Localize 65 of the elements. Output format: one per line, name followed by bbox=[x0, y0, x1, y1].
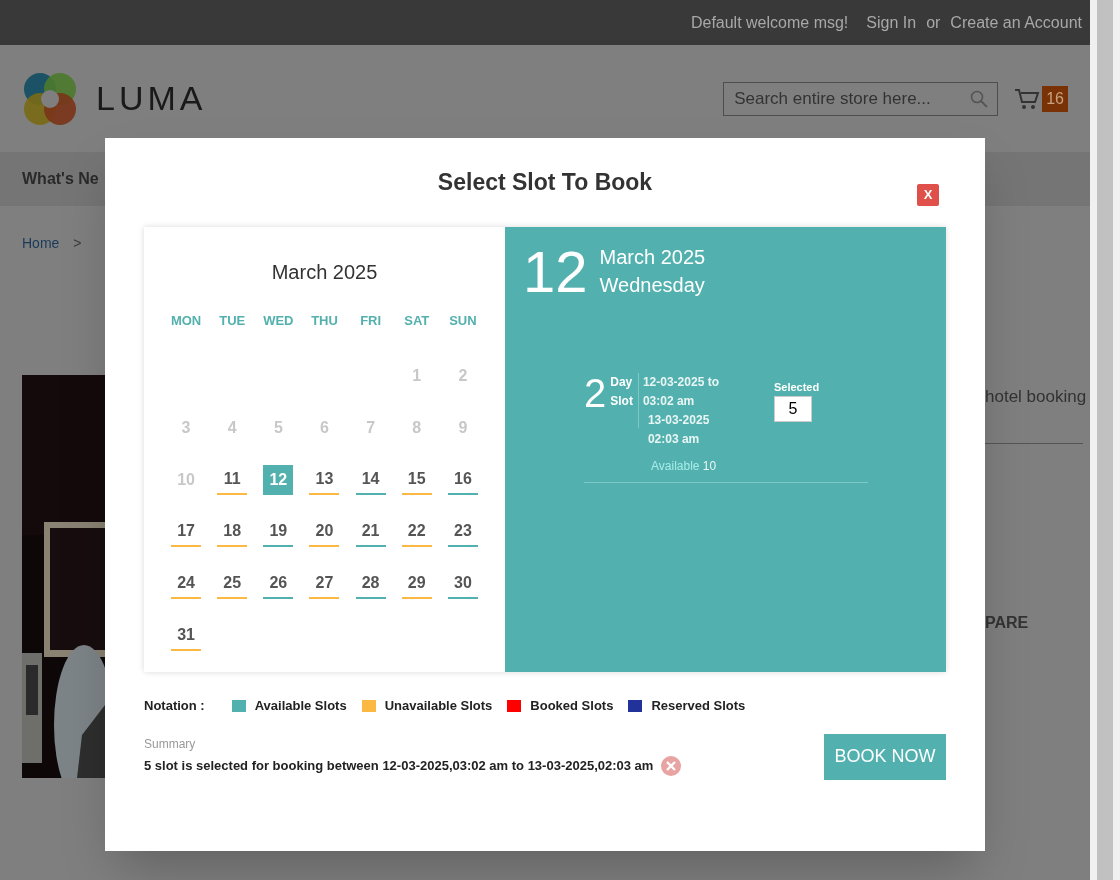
selected-month: March 2025 bbox=[599, 245, 706, 270]
weekday-header: WED bbox=[263, 312, 294, 330]
cart-count-badge: 16 bbox=[1042, 85, 1068, 112]
create-account-link[interactable]: Create an Account bbox=[950, 10, 1082, 35]
logo-text: LUMA bbox=[96, 78, 207, 119]
weekday-header: SUN bbox=[449, 312, 477, 330]
calendar-day[interactable]: 29 bbox=[401, 569, 432, 599]
slot-unit: Slot bbox=[610, 393, 633, 410]
search-icon[interactable] bbox=[970, 89, 989, 108]
slot-time: 13-03-2025 bbox=[646, 412, 711, 429]
legend-label: Booked Slots bbox=[530, 697, 614, 715]
breadcrumb-separator: > bbox=[73, 233, 82, 253]
calendar-day[interactable]: 26 bbox=[263, 569, 294, 599]
slot-unit: Day bbox=[610, 374, 633, 391]
product-title: hotel booking bbox=[985, 386, 1087, 408]
calendar-day[interactable]: 24 bbox=[171, 569, 202, 599]
legend-label: Available Slots bbox=[254, 697, 347, 715]
calendar-day[interactable]: 11 bbox=[217, 465, 248, 495]
calendar-day[interactable]: 25 bbox=[217, 569, 248, 599]
welcome-message: Default welcome msg! bbox=[690, 12, 849, 33]
calendar-day[interactable]: 19 bbox=[263, 517, 294, 547]
calendar-day[interactable]: 16 bbox=[447, 465, 478, 495]
calendar-day[interactable]: 13 bbox=[309, 465, 340, 495]
calendar-day[interactable]: 28 bbox=[355, 569, 386, 599]
calendar-day[interactable]: 18 bbox=[217, 517, 248, 547]
calendar-day[interactable]: 23 bbox=[447, 517, 478, 547]
legend-label: Unavailable Slots bbox=[384, 697, 493, 715]
availability-label: Available bbox=[651, 459, 700, 473]
slot-time: 02:03 am bbox=[646, 431, 701, 448]
modal-title: Select Slot To Book bbox=[437, 168, 653, 198]
sign-in-link[interactable]: Sign In bbox=[866, 10, 917, 35]
selected-day-number: 12 bbox=[523, 241, 588, 303]
calendar-day[interactable]: 14 bbox=[355, 465, 386, 495]
calendar-day[interactable]: 30 bbox=[447, 569, 478, 599]
calendar-day[interactable]: 15 bbox=[401, 465, 432, 495]
separator-text: or bbox=[926, 12, 941, 33]
calendar-day[interactable]: 21 bbox=[355, 517, 386, 547]
slot-count: 2 bbox=[584, 373, 607, 413]
availability-count: 10 bbox=[702, 459, 717, 473]
weekday-header: THU bbox=[311, 312, 338, 330]
search-field[interactable]: Search entire store here... bbox=[723, 81, 999, 116]
selected-weekday: Wednesday bbox=[599, 273, 706, 298]
logo-icon bbox=[22, 70, 78, 127]
summary-label: Summary bbox=[144, 735, 197, 753]
slot-time: 12-03-2025 to bbox=[642, 374, 720, 391]
calendar-day[interactable]: 31 bbox=[171, 621, 202, 651]
weekday-header: SAT bbox=[404, 312, 430, 330]
close-button[interactable]: X bbox=[917, 184, 939, 206]
notation-label: Notation : bbox=[144, 697, 205, 715]
calendar-day[interactable]: 27 bbox=[309, 569, 340, 599]
quantity-field[interactable]: 5 bbox=[773, 395, 812, 422]
cart-icon[interactable] bbox=[1014, 86, 1041, 111]
calendar-day[interactable]: 22 bbox=[401, 517, 432, 547]
remove-icon[interactable] bbox=[661, 755, 682, 776]
calendar-day[interactable]: 17 bbox=[171, 517, 202, 547]
scrollbar[interactable] bbox=[1090, 0, 1120, 880]
slot-time: 03:02 am bbox=[642, 393, 696, 410]
calendar-month: March 2025 bbox=[271, 261, 378, 283]
selected-label: Selected bbox=[773, 380, 820, 395]
summary-text: 5 slot is selected for booking between 12-03-2025,03:02 am to 13-03-2025,02:03 am bbox=[144, 756, 654, 775]
calendar-day[interactable]: 20 bbox=[309, 517, 340, 547]
weekday-header: MON bbox=[170, 312, 202, 330]
legend-label: Reserved Slots bbox=[651, 697, 746, 715]
weekday-header: TUE bbox=[219, 312, 246, 330]
weekday-header: FRI bbox=[360, 312, 382, 330]
